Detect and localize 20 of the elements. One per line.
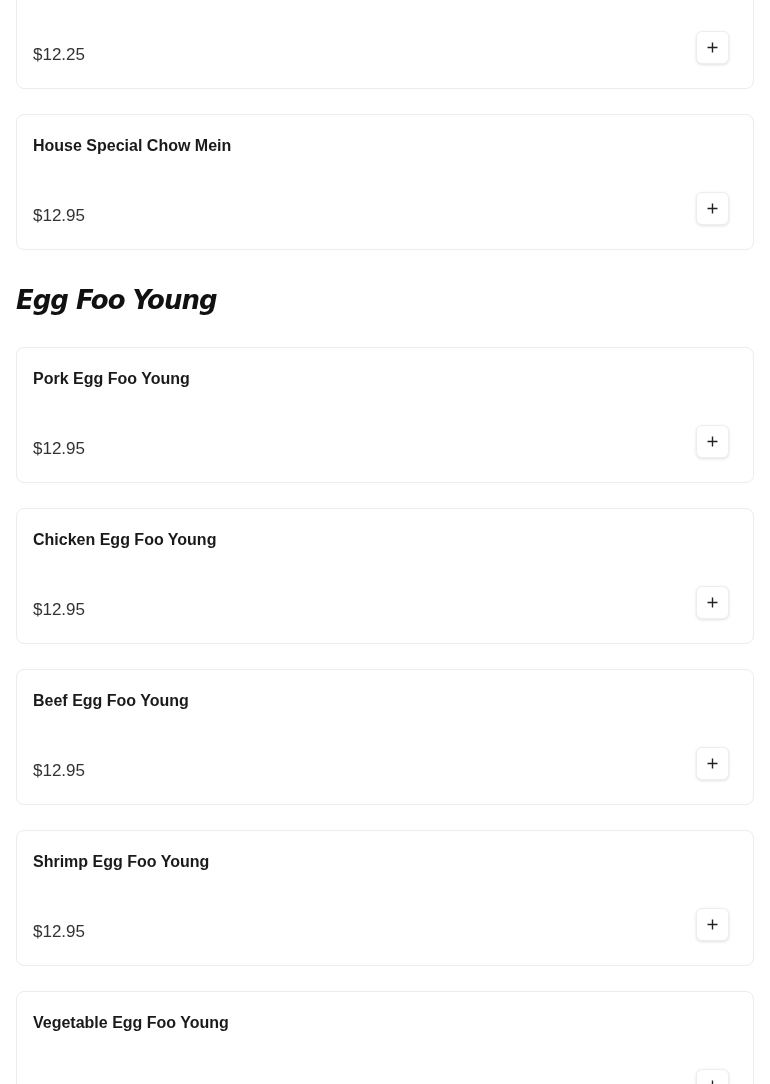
menu-item-card[interactable]: $12.25 [16,0,754,89]
item-price: $12.25 [33,45,85,65]
menu-item-card[interactable]: Vegetable Egg Foo Young [16,991,754,1084]
item-name: Chicken Egg Foo Young [33,531,217,548]
section-heading: Egg Foo Young [16,284,218,317]
menu-item-card[interactable]: House Special Chow Mein $12.95 [16,114,754,250]
item-price: $12.95 [33,439,85,459]
item-price: $12.95 [33,206,85,226]
item-price: $12.95 [33,761,85,781]
item-price: $12.95 [33,922,85,942]
item-name: Beef Egg Foo Young [33,692,189,709]
menu-item-card[interactable]: Chicken Egg Foo Young $12.95 [16,508,754,644]
menu-item-card[interactable]: Shrimp Egg Foo Young $12.95 [16,830,754,966]
item-name: Pork Egg Foo Young [33,370,190,387]
menu-item-card[interactable]: Pork Egg Foo Young $12.95 [16,347,754,483]
item-name: House Special Chow Mein [33,137,232,154]
menu-item-card[interactable]: Beef Egg Foo Young $12.95 [16,669,754,805]
item-price: $12.95 [33,600,85,620]
item-name: Vegetable Egg Foo Young [33,1014,229,1031]
item-name: Shrimp Egg Foo Young [33,853,210,870]
